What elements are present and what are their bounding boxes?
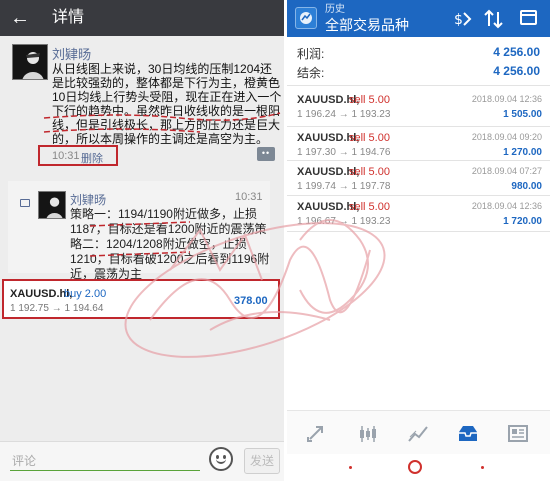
trade-type: sell 5.00 (349, 201, 390, 213)
page-title: 详情 (52, 9, 85, 26)
trade-date: 2018.09.04 12:36 (471, 201, 542, 211)
comment-icon (20, 199, 30, 207)
nav-back-icon[interactable] (481, 466, 484, 469)
post-author[interactable]: 刘肄旸 (52, 44, 91, 63)
more-options-icon[interactable]: •• (257, 147, 275, 161)
trade-profit: 980.00 (511, 181, 542, 192)
trade-prices: 1 199.74 → 1 197.78 (297, 181, 391, 192)
summary-value: 4 256.00 (493, 45, 540, 59)
trade-profit: 1 270.00 (503, 147, 542, 158)
trade-row[interactable]: XAUUSD.hl, sell 5.00 2018.09.04 12:36 1 … (287, 90, 550, 127)
trade-type: sell 5.00 (349, 166, 390, 178)
comment-author[interactable]: 刘肄旸 (70, 191, 106, 208)
trade-profit: 378.00 (234, 295, 268, 307)
wechat-detail-panel: ← 详情 刘肄旸 从日线图上来说，30日均线的压制1204还是比较强劲的，整体都… (0, 0, 284, 481)
trade-profit: 1 720.00 (503, 216, 542, 227)
emoji-icon[interactable] (209, 447, 233, 471)
trade-type: buy 2.00 (64, 288, 107, 300)
trade-prices: 1 192.75 → 1 194.64 (10, 303, 104, 314)
chart-icon[interactable] (357, 423, 379, 445)
trade-symbol: XAUUSD.hl, (10, 288, 73, 300)
trade-icon[interactable] (407, 423, 429, 445)
input-underline (10, 470, 200, 471)
header-bar: ← 详情 (0, 0, 284, 36)
trade-card: XAUUSD.hl, buy 2.00 1 192.75 → 1 194.64 … (2, 279, 280, 319)
news-icon[interactable] (507, 423, 529, 445)
header-title[interactable]: 全部交易品种 (325, 17, 409, 33)
divider (287, 231, 550, 232)
divider (287, 195, 550, 196)
divider (287, 126, 550, 127)
trade-prices: 1 196.24 → 1 193.23 (297, 109, 391, 120)
post-content: 从日线图上来说，30日均线的压制1204还是比较强劲的，整体都是下行为主，橙黄色… (52, 62, 282, 146)
trade-date: 2018.09.04 09:20 (471, 132, 542, 142)
bottom-toolbar (287, 410, 550, 454)
nav-menu-icon[interactable] (349, 466, 352, 469)
comment-time: 10:31 (235, 191, 263, 203)
svg-text:$: $ (454, 12, 463, 28)
nav-home-icon[interactable] (408, 460, 422, 474)
sort-icon[interactable] (483, 9, 505, 29)
divider (287, 160, 550, 161)
trade-row[interactable]: XAUUSD.hl, sell 5.00 2018.09.04 07:27 1 … (287, 162, 550, 199)
quotes-icon[interactable] (306, 423, 328, 445)
mt4-history-panel: 历史 全部交易品种 $ 利润: 4 256.00 结余: 4 256.00 XA… (287, 0, 550, 481)
trade-type: sell 5.00 (349, 94, 390, 106)
calendar-icon[interactable] (520, 10, 537, 25)
comment-content: 策略一：1194/1190附近做多，止损1187，目标还是看1200附近的震荡策… (70, 207, 270, 281)
divider (287, 85, 550, 86)
history-icon[interactable] (457, 423, 479, 445)
comment-avatar[interactable] (38, 191, 66, 219)
back-arrow-icon[interactable]: ← (10, 6, 30, 30)
app-logo-icon[interactable] (295, 7, 317, 29)
trade-date: 2018.09.04 12:36 (471, 94, 542, 104)
summary-label: 结余: (297, 66, 325, 80)
currency-sort-icon[interactable]: $ (452, 9, 474, 29)
comment-input[interactable] (10, 452, 200, 470)
trade-prices: 1 196.67 → 1 193.23 (297, 216, 391, 227)
send-button[interactable]: 发送 (244, 448, 280, 474)
avatar[interactable] (12, 44, 48, 80)
system-nav-bar (287, 454, 550, 481)
trade-profit: 1 505.00 (503, 109, 542, 120)
header-bar: 历史 全部交易品种 $ (287, 0, 550, 37)
trade-row[interactable]: XAUUSD.hl, sell 5.00 2018.09.04 12:36 1 … (287, 197, 550, 234)
highlight-box (38, 145, 118, 166)
trade-date: 2018.09.04 07:27 (471, 166, 542, 176)
trade-prices: 1 197.30 → 1 194.76 (297, 147, 391, 158)
summary-value: 4 256.00 (493, 64, 540, 78)
summary-row: 结余: 4 256.00 (287, 62, 550, 82)
summary-row: 利润: 4 256.00 (287, 43, 550, 63)
header-subtitle: 历史 (325, 4, 345, 15)
trade-type: sell 5.00 (349, 132, 390, 144)
summary-label: 利润: (297, 47, 325, 61)
